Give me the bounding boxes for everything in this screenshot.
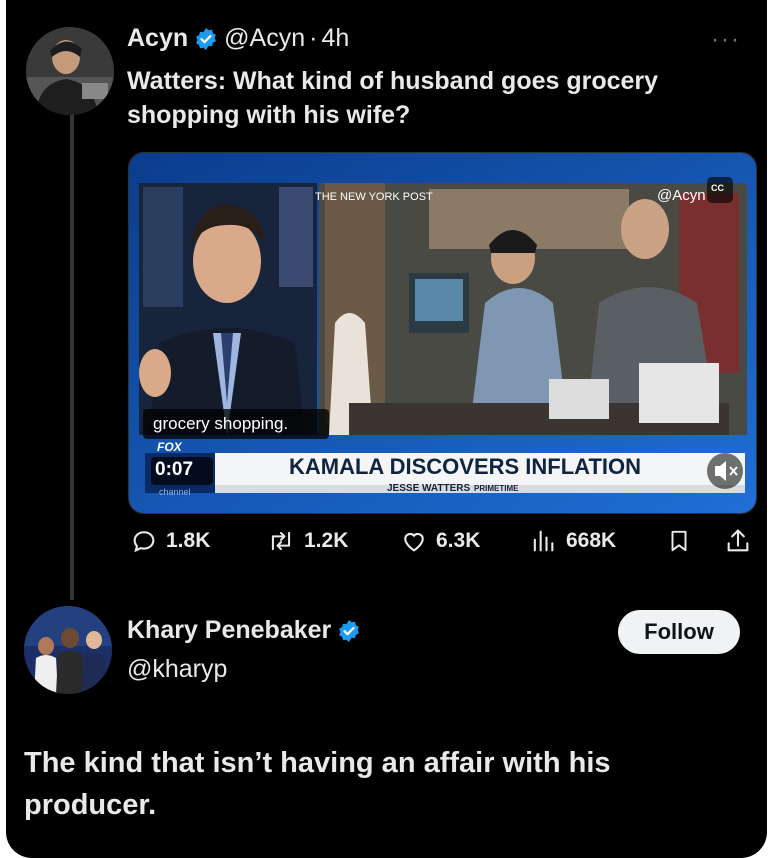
repost-icon — [271, 531, 291, 551]
reply-handle-row: @kharyp — [127, 655, 227, 684]
acyn-avatar[interactable] — [26, 27, 114, 115]
views-count: 668K — [566, 529, 617, 552]
tweet-text: Watters: What kind of husband goes groce… — [127, 67, 659, 129]
author-handle[interactable]: @Acyn — [224, 24, 305, 53]
thread-connector — [70, 112, 74, 600]
tweet-time[interactable]: 4h — [321, 24, 349, 53]
tweet-thread: Acyn @Acyn · 4h ··· Watters: What kind o… — [6, 0, 767, 858]
network-logo-sub: channel — [159, 487, 191, 497]
share-icon — [727, 529, 749, 552]
bookmark-button[interactable] — [666, 527, 700, 555]
reply-button[interactable]: 1.8K — [130, 527, 210, 555]
like-button[interactable]: 6.3K — [400, 527, 480, 555]
network-logo: FOX — [157, 440, 182, 454]
repost-count: 1.2K — [304, 529, 349, 552]
share-button[interactable] — [724, 527, 760, 555]
show-name: JESSE WATTERS — [387, 483, 471, 494]
views-button[interactable]: 668K — [528, 527, 616, 555]
reply-author-handle[interactable]: @kharyp — [127, 655, 227, 684]
reply-header: Khary Penebaker — [127, 616, 367, 645]
khary-avatar[interactable] — [24, 606, 112, 694]
verified-icon — [339, 619, 360, 642]
more-icon[interactable]: ··· — [711, 26, 741, 54]
reply-text: The kind that isn’t having an affair wit… — [24, 747, 611, 821]
reply-icon — [133, 531, 155, 553]
follow-button[interactable]: Follow — [618, 610, 740, 654]
source-tag: THE NEW YORK POST — [315, 191, 433, 203]
like-count: 6.3K — [436, 529, 481, 552]
bookmark-icon — [671, 530, 687, 552]
tweet-header: Acyn @Acyn · 4h — [127, 24, 349, 53]
headline-text: KAMALA DISCOVERS INFLATION — [289, 454, 641, 479]
video-caption: grocery shopping. — [153, 414, 289, 433]
video-watermark: @Acyn — [657, 187, 706, 204]
video-timestamp: 0:07 — [155, 459, 194, 480]
tweet-actions: 1.8K 1.2K 6.3K 668K — [128, 527, 758, 563]
video-player[interactable]: THE NEW YORK POST @Acyn CC grocery shopp… — [128, 152, 757, 514]
like-icon — [404, 532, 424, 552]
repost-button[interactable]: 1.2K — [266, 527, 348, 555]
mute-icon[interactable] — [705, 457, 745, 487]
reply-author-name[interactable]: Khary Penebaker — [127, 616, 331, 645]
show-suffix: PRIMETIME — [474, 484, 519, 493]
reply-count: 1.8K — [166, 529, 211, 552]
separator-dot: · — [309, 24, 318, 52]
views-icon — [533, 530, 554, 552]
verified-icon — [196, 27, 217, 50]
cc-button[interactable]: CC — [711, 183, 724, 193]
author-name[interactable]: Acyn — [127, 24, 188, 53]
